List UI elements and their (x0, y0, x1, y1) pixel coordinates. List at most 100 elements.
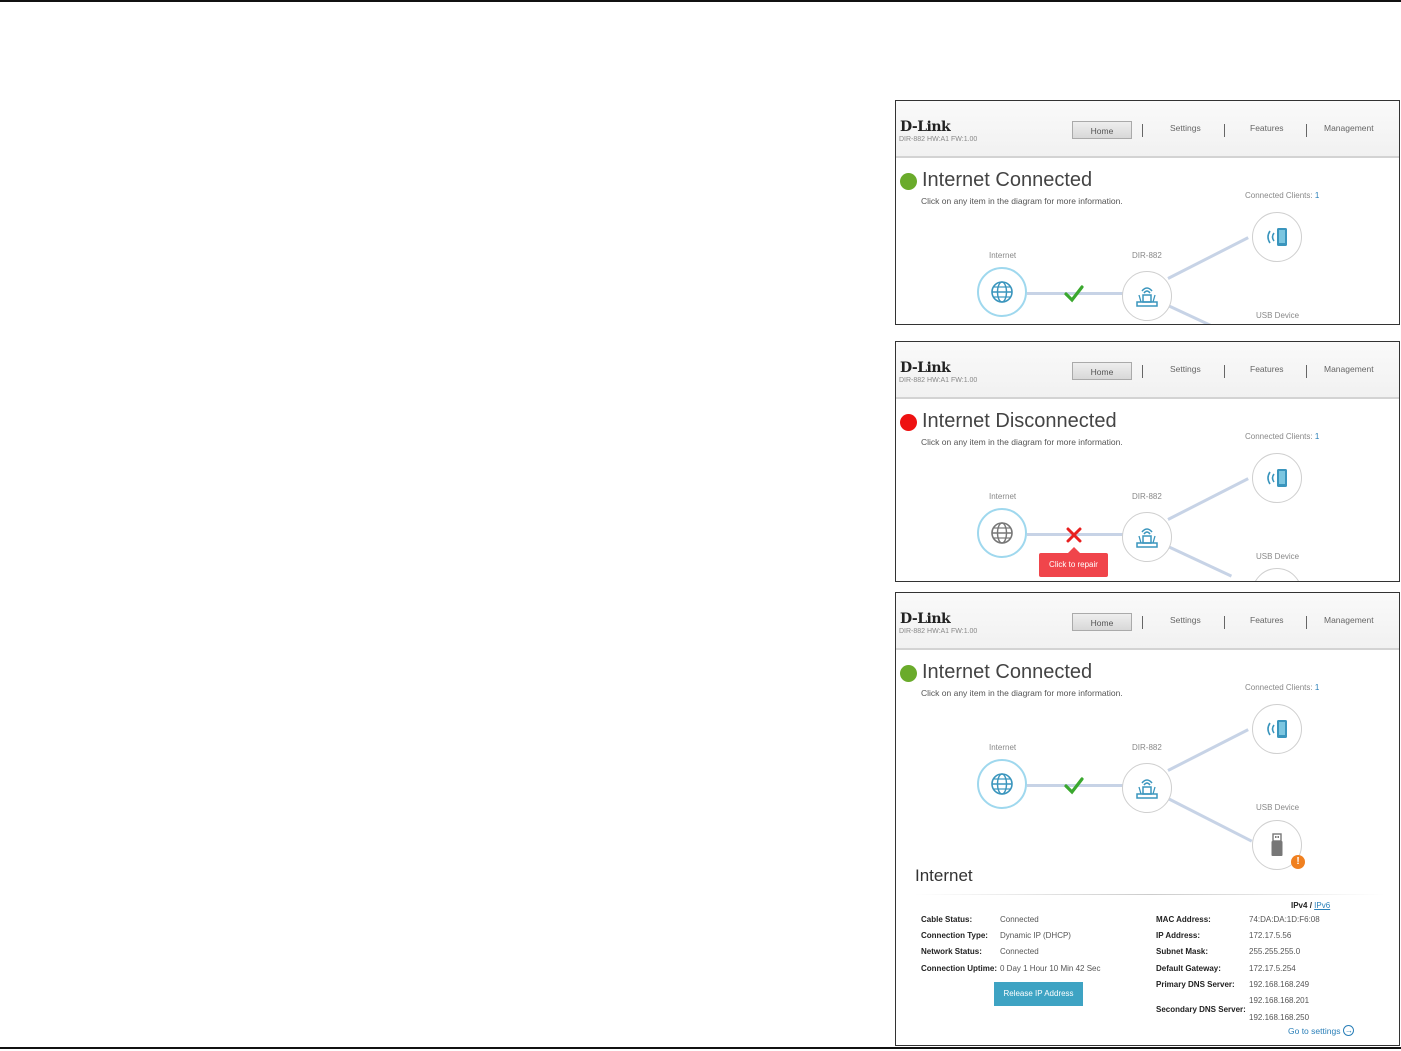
connection-type-label: Connection Type: (921, 931, 988, 940)
clients-node[interactable] (1252, 212, 1302, 262)
internet-section-title: Internet (915, 866, 973, 885)
status-indicator (900, 414, 917, 431)
firmware-version: DIR-882 HW:A1 FW:1.00 (899, 628, 978, 635)
internet-label: Internet (989, 492, 1017, 501)
usb-label: USB Device (1256, 311, 1300, 320)
nav-home[interactable]: Home (1072, 362, 1132, 380)
internet-label: Internet (989, 251, 1017, 260)
ip-address-label: IP Address: (1156, 931, 1201, 940)
nav-separator (1142, 124, 1143, 137)
link-router-clients (1167, 728, 1249, 772)
nav-separator (1142, 616, 1143, 629)
ip-address-value: 172.17.5.56 (1249, 931, 1292, 940)
header-bar: D-Link DIR-882 HW:A1 FW:1.00 Home Settin… (896, 342, 1399, 399)
nav-features[interactable]: Features (1250, 123, 1284, 133)
connected-clients: Connected Clients: 1 (1245, 432, 1320, 441)
clients-node[interactable] (1252, 453, 1302, 503)
nav-settings[interactable]: Settings (1170, 615, 1201, 625)
router-icon (1136, 779, 1158, 799)
ip-version-toggle: IPv4 / IPv6 (1291, 901, 1331, 910)
nav-management[interactable]: Management (1324, 615, 1374, 625)
go-to-settings-link[interactable]: Go to settings → (1288, 1025, 1355, 1036)
phone-wireless-icon (1267, 469, 1287, 487)
section-divider (915, 894, 1385, 895)
internet-node[interactable] (977, 508, 1027, 558)
link-router-usb (1167, 545, 1233, 578)
usb-node[interactable] (1252, 568, 1302, 581)
subnet-mask-label: Subnet Mask: (1156, 947, 1209, 956)
mac-address-value: 74:DA:DA:1D:F6:08 (1249, 915, 1320, 924)
cable-status-label: Cable Status: (921, 915, 973, 924)
ipv4-tab[interactable]: IPv4 (1291, 901, 1307, 910)
usb-drive-icon (1271, 833, 1283, 856)
warning-icon: ! (1291, 855, 1305, 869)
nav-management[interactable]: Management (1324, 123, 1374, 133)
checkmark-icon (1064, 285, 1084, 303)
usb-label: USB Device (1256, 803, 1300, 812)
internet-node[interactable] (977, 759, 1027, 809)
mac-address-label: MAC Address: (1156, 915, 1211, 924)
secondary-dns-value-2: 192.168.168.250 (1249, 1013, 1310, 1022)
status-indicator (900, 665, 917, 682)
dlink-logo: D-Link (900, 119, 951, 135)
secondary-dns-value: 192.168.168.201 (1249, 996, 1310, 1005)
router-icon (1136, 287, 1158, 307)
primary-dns-value: 192.168.168.249 (1249, 980, 1310, 989)
nav-features[interactable]: Features (1250, 364, 1284, 374)
router-label: DIR-882 (1132, 492, 1162, 501)
status-title: Internet Connected (922, 169, 1093, 191)
link-router-clients (1167, 236, 1249, 280)
nav-separator (1306, 616, 1307, 629)
link-router-usb (1167, 797, 1253, 843)
router-node[interactable] (1122, 763, 1172, 813)
router-icon (1136, 528, 1158, 548)
nav-home[interactable]: Home (1072, 613, 1132, 631)
phone-wireless-icon (1267, 720, 1287, 738)
screenshot-disconnected: D-Link DIR-882 HW:A1 FW:1.00 Home Settin… (895, 341, 1400, 582)
diagram-hint: Click on any item in the diagram for mor… (921, 437, 1123, 447)
connected-clients: Connected Clients: 1 (1245, 683, 1320, 692)
primary-dns-label: Primary DNS Server: (1156, 980, 1235, 989)
diagram-hint: Click on any item in the diagram for mor… (921, 688, 1123, 698)
status-title: Internet Disconnected (922, 410, 1117, 432)
phone-wireless-icon (1267, 228, 1287, 246)
release-ip-button[interactable]: Release IP Address (994, 982, 1083, 1006)
cross-icon (1066, 527, 1082, 543)
globe-icon (991, 773, 1013, 795)
subnet-mask-value: 255.255.255.0 (1249, 947, 1301, 956)
diagram-hint: Click on any item in the diagram for mor… (921, 196, 1123, 206)
click-to-repair-button[interactable]: Click to repair (1039, 547, 1108, 577)
nav-separator (1224, 124, 1225, 137)
dlink-logo: D-Link (900, 360, 951, 376)
clients-node[interactable] (1252, 704, 1302, 754)
ipv6-link[interactable]: IPv6 (1314, 901, 1330, 910)
firmware-version: DIR-882 HW:A1 FW:1.00 (899, 377, 978, 384)
router-node[interactable] (1122, 512, 1172, 562)
header-bar: D-Link DIR-882 HW:A1 FW:1.00 Home Settin… (896, 101, 1399, 158)
status-title: Internet Connected (922, 661, 1093, 683)
firmware-version: DIR-882 HW:A1 FW:1.00 (899, 136, 978, 143)
nav-settings[interactable]: Settings (1170, 123, 1201, 133)
internet-node[interactable] (977, 267, 1027, 317)
nav-settings[interactable]: Settings (1170, 364, 1201, 374)
default-gateway-label: Default Gateway: (1156, 964, 1221, 973)
link-router-usb (1167, 304, 1214, 324)
router-node[interactable] (1122, 271, 1172, 321)
bottom-rule (0, 1047, 1401, 1049)
connected-clients: Connected Clients: 1 (1245, 191, 1320, 200)
nav-features[interactable]: Features (1250, 615, 1284, 625)
status-indicator (900, 173, 917, 190)
nav-separator (1224, 365, 1225, 378)
cable-status-value: Connected (1000, 915, 1039, 924)
nav-management[interactable]: Management (1324, 364, 1374, 374)
nav-home[interactable]: Home (1072, 121, 1132, 139)
link-router-clients (1167, 477, 1249, 521)
go-to-settings-label: Go to settings (1288, 1025, 1341, 1036)
header-bar: D-Link DIR-882 HW:A1 FW:1.00 Home Settin… (896, 593, 1399, 650)
arrow-right-icon: → (1343, 1025, 1355, 1036)
nav-separator (1224, 616, 1225, 629)
dlink-logo: D-Link (900, 611, 951, 627)
checkmark-icon (1064, 777, 1084, 795)
nav-separator (1142, 365, 1143, 378)
secondary-dns-label: Secondary DNS Server: (1156, 1005, 1246, 1014)
